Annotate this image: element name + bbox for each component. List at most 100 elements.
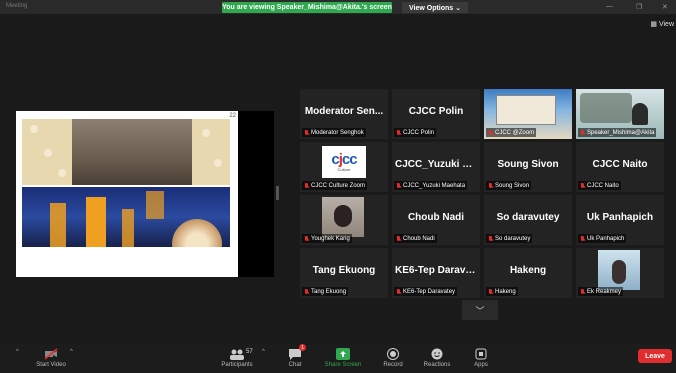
profile-photo (598, 250, 640, 290)
minimize-icon[interactable]: — (606, 3, 613, 10)
mic-muted-icon (488, 235, 493, 242)
video-options-caret[interactable]: ^ (70, 349, 73, 355)
participant-name-label: Uk Panhapich (587, 235, 625, 242)
participant-name-label: Moderator Senghok (311, 129, 364, 136)
mic-muted-icon (304, 182, 309, 189)
participant-tile[interactable]: CJCC @Zoom (484, 89, 572, 139)
participant-name-label: Tang Ekuong (311, 288, 347, 295)
shared-screen: 22 (16, 111, 274, 277)
participant-caption: Choub Nadi (394, 234, 437, 243)
chat-button[interactable]: 1 Chat (270, 344, 320, 368)
mic-muted-icon (488, 182, 493, 189)
start-video-button[interactable]: Start Video (26, 347, 76, 368)
participant-caption: CJCC Culture Zoom (302, 181, 368, 190)
gallery-view: Moderator Sen... Moderator Senghok CJCC Po… (300, 89, 664, 299)
mic-muted-icon (396, 129, 401, 136)
grid-icon: ▦ (650, 21, 657, 28)
participant-caption: Soung Sivon (486, 181, 532, 190)
participant-name-label: Ek Reakmey (587, 288, 622, 295)
participant-display-name: CJCC Naito (592, 159, 648, 170)
participants-button[interactable]: 57 Participants (212, 347, 262, 368)
panel-splitter-handle[interactable] (276, 186, 279, 200)
participant-tile[interactable]: Youghek Kang (300, 195, 388, 245)
participant-display-name: Choub Nadi (407, 212, 465, 223)
apps-button[interactable]: Apps (456, 347, 506, 368)
participant-caption: So daravutey (486, 234, 533, 243)
reactions-button[interactable]: Reactions (412, 347, 462, 368)
record-icon (386, 347, 400, 360)
presentation-slide: 22 (16, 111, 238, 277)
mic-muted-icon (396, 235, 401, 242)
participant-name-label: Soung Sivon (495, 182, 530, 189)
participant-tile[interactable]: KE6-Tep Darava... KE6-Tep Daravatey (392, 248, 480, 298)
participant-display-name: Tang Ekuong (312, 265, 376, 276)
participant-tile[interactable]: Choub Nadi Choub Nadi (392, 195, 480, 245)
participant-name-label: CJCC Naito (587, 182, 619, 189)
participant-tile[interactable]: CJCC Polin CJCC Polin (392, 89, 480, 139)
close-icon[interactable]: ✕ (662, 3, 668, 11)
participant-caption: Uk Panhapich (578, 234, 627, 243)
record-button[interactable]: Record (368, 347, 418, 368)
participants-label: Participants (221, 362, 253, 368)
mic-muted-icon (396, 182, 401, 189)
share-screen-icon (336, 347, 350, 360)
next-page-button[interactable]: ﹀ (462, 300, 498, 320)
mic-muted-icon (488, 288, 493, 295)
participant-tile[interactable]: Uk Panhapich Uk Panhapich (576, 195, 664, 245)
viewing-screen-banner: You are viewing Speaker_Mishima@Akita.'s… (222, 2, 392, 13)
participant-display-name: So daravutey (496, 212, 560, 223)
participant-display-name: KE6-Tep Darava... (395, 265, 480, 276)
meeting-toolbar: ^ Start Video ^ 57 Participants ^ 1 Chat… (0, 343, 676, 373)
participant-tile[interactable]: Hakeng Hakeng (484, 248, 572, 298)
leave-button[interactable]: Leave (638, 349, 672, 363)
participant-tile[interactable]: Tang Ekuong Tang Ekuong (300, 248, 388, 298)
video-off-icon (44, 347, 58, 360)
audio-options-caret[interactable]: ^ (16, 349, 19, 355)
view-options-button[interactable]: View Options ⌄ (402, 2, 468, 13)
participant-tile[interactable]: CJCC_Yuzuki M... CJCC_Yuzuki Maehata (392, 142, 480, 192)
participant-tile[interactable]: cjcc Culture CJCC Culture Zoom (300, 142, 388, 192)
mic-muted-icon (488, 129, 493, 136)
chevron-down-icon: ﹀ (475, 305, 485, 316)
participant-name-label: Youghek Kang (311, 235, 350, 242)
participant-caption: CJCC_Yuzuki Maehata (394, 181, 468, 190)
view-button-label: View (658, 20, 674, 28)
participant-tile[interactable]: Moderator Sen... Moderator Senghok (300, 89, 388, 139)
mic-muted-icon (304, 235, 309, 242)
participant-caption: Speaker_Mishima@Akita (578, 128, 657, 137)
participant-display-name: Soung Sivon (497, 159, 559, 170)
participant-tile[interactable]: Soung Sivon Soung Sivon (484, 142, 572, 192)
restore-icon[interactable]: ❐ (636, 3, 642, 11)
participant-name-label: CJCC_Yuzuki Maehata (403, 182, 466, 189)
speaker-person (632, 103, 648, 125)
mic-muted-icon (304, 288, 309, 295)
chat-icon: 1 (288, 344, 306, 360)
participant-caption: Youghek Kang (302, 234, 352, 243)
participant-name-label: Speaker_Mishima@Akita (587, 129, 655, 136)
participant-tile[interactable]: Speaker_Mishima@Akita (576, 89, 664, 139)
participant-name-label: CJCC @Zoom (495, 129, 535, 136)
festival-crowd-photo (72, 119, 192, 185)
reactions-icon (430, 347, 444, 360)
chat-unread-badge: 1 (299, 344, 306, 351)
participants-options-caret[interactable]: ^ (262, 349, 265, 355)
title-bar: Meeting You are viewing Speaker_Mishima@… (0, 0, 676, 14)
reactions-label: Reactions (423, 362, 451, 368)
apps-label: Apps (474, 362, 488, 368)
cjcc-logo: cjcc Culture (322, 146, 366, 178)
participant-caption: KE6-Tep Daravatey (394, 287, 458, 296)
participant-caption: Moderator Senghok (302, 128, 366, 137)
participant-tile[interactable]: Ek Reakmey (576, 248, 664, 298)
participant-name-label: CJCC Culture Zoom (311, 182, 366, 189)
mic-muted-icon (304, 129, 309, 136)
logo-subtitle: Culture (337, 167, 351, 172)
participant-tile[interactable]: CJCC Naito CJCC Naito (576, 142, 664, 192)
world-map-background (580, 93, 632, 123)
view-button[interactable]: ▦ View (650, 20, 674, 29)
participant-caption: Ek Reakmey (578, 287, 624, 296)
mic-muted-icon (580, 129, 585, 136)
participant-tile[interactable]: So daravutey So daravutey (484, 195, 572, 245)
decorative-fan (172, 219, 222, 247)
share-screen-button[interactable]: Share Screen (318, 347, 368, 368)
app-title: Meeting (6, 3, 28, 9)
